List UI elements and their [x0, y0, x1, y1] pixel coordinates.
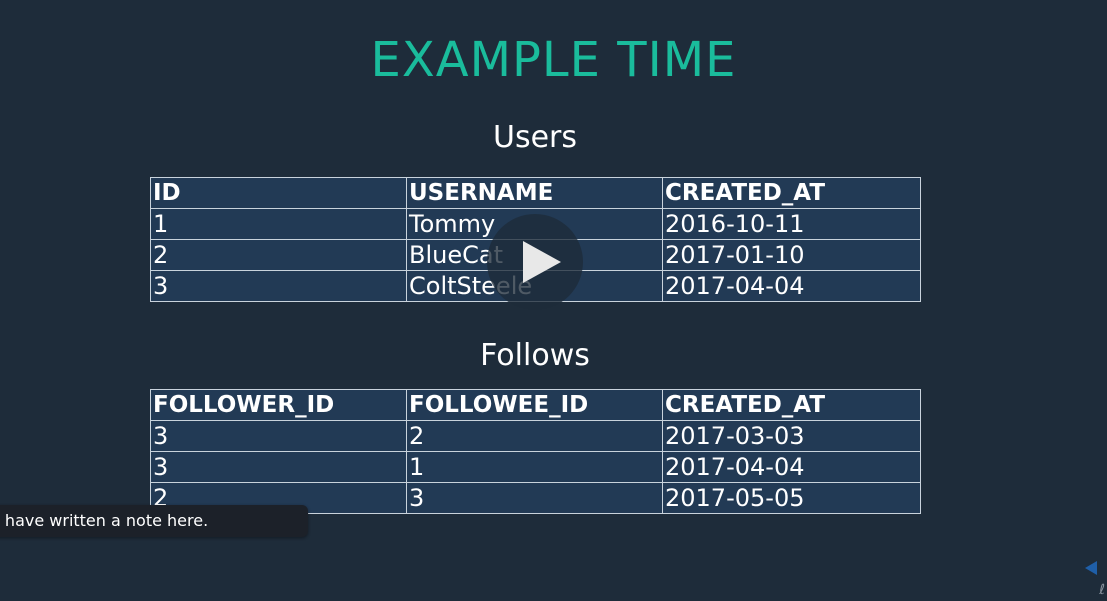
table-cell: 3: [150, 270, 407, 302]
follows-table: FOLLOWER_ID FOLLOWEE_ID CREATED_AT 3 2 2…: [150, 389, 921, 514]
corner-mark-icon: ℓ: [1099, 582, 1105, 598]
column-header: USERNAME: [406, 177, 663, 209]
play-button[interactable]: [487, 214, 583, 310]
table-cell: 3: [150, 451, 407, 483]
follows-table-heading: Follows: [480, 338, 590, 373]
table-cell: 2017-03-03: [662, 420, 921, 452]
column-header: FOLLOWEE_ID: [406, 389, 663, 421]
table-cell: 1: [150, 208, 407, 240]
table-cell: 2017-01-10: [662, 239, 921, 271]
table-cell: 1: [406, 451, 663, 483]
note-text: e have written a note here.: [0, 511, 209, 530]
table-cell: 2017-04-04: [662, 270, 921, 302]
back-arrow-icon[interactable]: [1085, 561, 1097, 575]
column-header: FOLLOWER_ID: [150, 389, 407, 421]
table-cell: 2017-04-04: [662, 451, 921, 483]
column-header: CREATED_AT: [662, 389, 921, 421]
note-tooltip: e have written a note here.: [0, 505, 308, 537]
table-header-row: ID USERNAME CREATED_AT: [150, 177, 921, 209]
table-cell: 2017-05-05: [662, 482, 921, 514]
video-slide[interactable]: EXAMPLE TIME Users ID USERNAME CREATED_A…: [0, 0, 1107, 601]
table-row: 3 1 2017-04-04: [150, 451, 921, 483]
column-header: ID: [150, 177, 407, 209]
table-header-row: FOLLOWER_ID FOLLOWEE_ID CREATED_AT: [150, 389, 921, 421]
table-cell: 2: [150, 239, 407, 271]
table-cell: 3: [406, 482, 663, 514]
table-cell: 3: [150, 420, 407, 452]
table-row: 3 2 2017-03-03: [150, 420, 921, 452]
table-cell: 2: [406, 420, 663, 452]
column-header: CREATED_AT: [662, 177, 921, 209]
users-table-heading: Users: [492, 120, 577, 155]
table-cell: 2016-10-11: [662, 208, 921, 240]
play-icon: [523, 241, 561, 283]
slide-title: EXAMPLE TIME: [370, 32, 737, 88]
